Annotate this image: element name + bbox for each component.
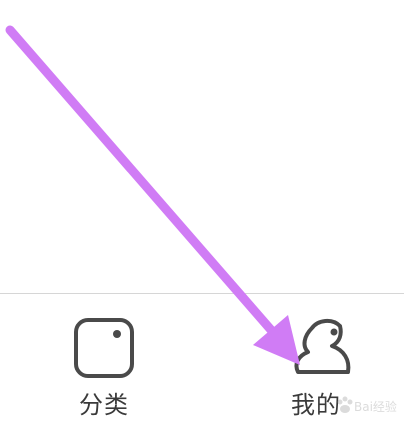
tab-categories[interactable]: 分类 [34,294,174,432]
categories-icon [74,318,134,378]
app-screen: 分类 我的 Bai经验 [0,0,404,432]
profile-icon [294,319,351,374]
watermark-text: Bai经验 [354,400,397,414]
tab-label-categories: 分类 [79,391,129,419]
watermark: Bai经验 [336,392,400,424]
page-content [0,0,404,293]
paw-icon [337,396,353,413]
